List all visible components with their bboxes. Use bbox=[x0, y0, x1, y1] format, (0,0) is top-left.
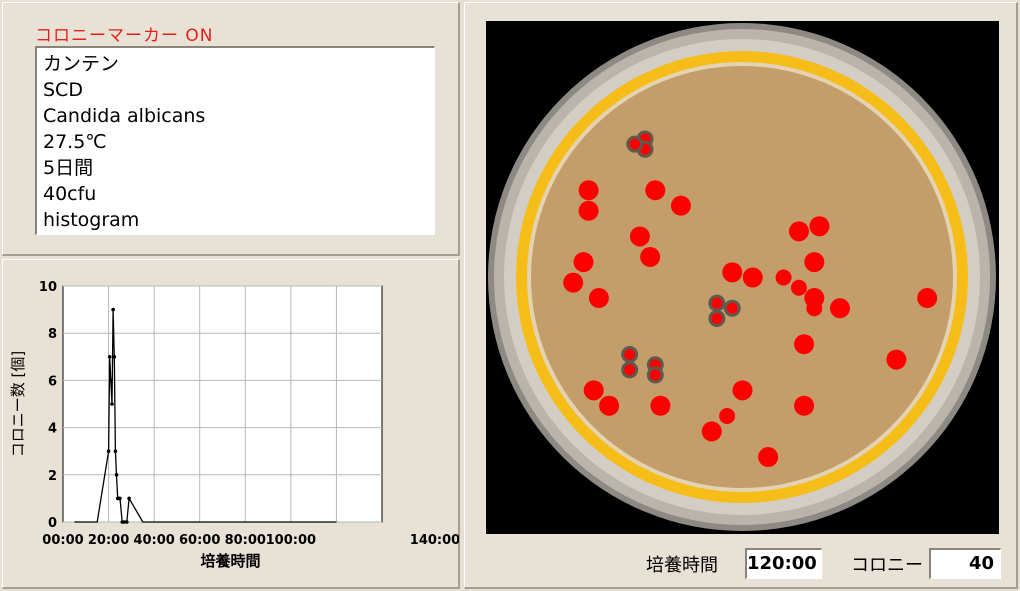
colony-marker bbox=[917, 288, 938, 309]
x-tick-label: 140:00 bbox=[410, 533, 459, 548]
data-point bbox=[127, 496, 131, 501]
colony-marker bbox=[640, 246, 661, 267]
image-panel: 培養時間 120:00 コロニー 40 bbox=[464, 2, 1018, 589]
colony-marker bbox=[599, 395, 620, 416]
colony-marker bbox=[809, 216, 830, 237]
colony-marker bbox=[788, 221, 809, 242]
colony-marker bbox=[794, 334, 815, 355]
colony-marker bbox=[829, 298, 850, 319]
colony-marker bbox=[578, 180, 599, 201]
colony-marker bbox=[629, 138, 641, 150]
data-point bbox=[113, 449, 118, 453]
info-line-organism: Candida albicans bbox=[43, 105, 206, 127]
y-tick-label: 0 bbox=[48, 516, 57, 531]
colony-marker bbox=[583, 380, 604, 401]
y-tick-label: 6 bbox=[48, 374, 57, 389]
colony-marker bbox=[573, 252, 594, 273]
colony-marker bbox=[794, 395, 815, 416]
colony-marker bbox=[758, 447, 779, 468]
colony-marker bbox=[588, 288, 609, 309]
colony-marker bbox=[624, 364, 636, 376]
colony-marker bbox=[790, 279, 807, 296]
x-axis-title: 培養時間 bbox=[200, 552, 260, 570]
x-tick-label: 00:00 bbox=[42, 533, 83, 548]
colony-marker bbox=[650, 395, 671, 416]
info-line-cfu: 40cfu bbox=[43, 183, 97, 205]
info-line-agar: SCD bbox=[43, 79, 83, 101]
x-tick-label: 60:00 bbox=[179, 533, 220, 548]
colony-count-label: コロニー bbox=[851, 555, 923, 576]
colony-marker bbox=[578, 200, 599, 221]
petri-dish-image bbox=[488, 23, 996, 531]
colony-histogram-chart: 0 2 4 6 8 10 00:00 20:00 40:00 60:00 80:00 100:00 1… bbox=[9, 280, 459, 570]
agar-surface bbox=[531, 66, 953, 488]
data-point bbox=[107, 355, 112, 359]
colony-marker bbox=[732, 380, 753, 401]
sample-info-box: カンテン SCD Candida albicans 27.5℃ 5日間 40cf… bbox=[35, 46, 435, 235]
y-tick-label: 8 bbox=[48, 327, 57, 342]
colony-marker bbox=[806, 300, 823, 317]
y-axis-title: コロニー数 [個] bbox=[9, 351, 27, 457]
colony-marker bbox=[649, 369, 661, 381]
data-point bbox=[125, 520, 129, 524]
data-point bbox=[114, 473, 119, 477]
info-line-medium: カンテン bbox=[43, 53, 120, 75]
colony-marker bbox=[563, 272, 584, 293]
x-tick-label: 20:00 bbox=[88, 533, 129, 548]
colony-marker bbox=[722, 262, 743, 283]
y-tick-label: 2 bbox=[48, 469, 57, 484]
colony-count-field[interactable]: 40 bbox=[929, 548, 1001, 579]
colony-marker bbox=[775, 269, 792, 286]
info-line-duration: 5日間 bbox=[43, 157, 94, 179]
data-point bbox=[106, 449, 111, 453]
colony-marker bbox=[711, 297, 723, 309]
histogram-panel: 0 2 4 6 8 10 00:00 20:00 40:00 60:00 80:00 100:00 1… bbox=[2, 259, 460, 589]
data-point bbox=[110, 402, 114, 406]
info-line-mode: histogram bbox=[43, 209, 140, 231]
culture-time-label: 培養時間 bbox=[646, 555, 718, 576]
y-tick-label: 4 bbox=[48, 422, 57, 437]
petri-dish-view[interactable] bbox=[486, 21, 999, 534]
colony-marker-status[interactable]: コロニーマーカー ON bbox=[35, 21, 214, 46]
info-line-temperature: 27.5℃ bbox=[43, 131, 107, 153]
y-tick-label: 10 bbox=[39, 280, 57, 295]
x-tick-label: 100:00 bbox=[266, 533, 316, 548]
colony-marker bbox=[886, 349, 907, 370]
colony-marker bbox=[629, 226, 650, 247]
data-point bbox=[118, 496, 122, 501]
x-tick-label: 80:00 bbox=[225, 533, 266, 548]
colony-marker bbox=[742, 267, 763, 288]
culture-time-field[interactable]: 120:00 bbox=[745, 548, 822, 579]
colony-marker bbox=[670, 195, 691, 216]
data-point bbox=[112, 355, 117, 359]
colony-marker bbox=[711, 313, 723, 325]
x-tick-label: 40:00 bbox=[133, 533, 174, 548]
colony-marker bbox=[804, 252, 825, 273]
data-point bbox=[109, 378, 113, 383]
data-point bbox=[111, 307, 115, 312]
info-panel: コロニーマーカー ON カンテン SCD Candida albicans 27… bbox=[2, 2, 460, 256]
colony-marker bbox=[719, 408, 736, 425]
colony-marker bbox=[701, 421, 722, 442]
colony-marker bbox=[624, 348, 636, 360]
colony-marker bbox=[645, 180, 666, 201]
colony-marker bbox=[726, 302, 738, 314]
